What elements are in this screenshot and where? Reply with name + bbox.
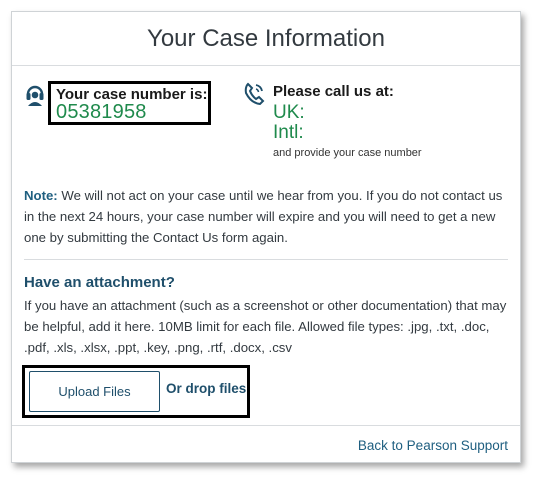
note-paragraph: Note: We will not act on your case until… <box>24 185 510 248</box>
note-prefix: Note: <box>24 188 58 203</box>
drop-files-label: Or drop files <box>166 381 247 396</box>
phone-call-icon <box>244 82 265 106</box>
call-uk-label: UK: <box>273 102 305 123</box>
call-us-label: Please call us at: <box>273 83 394 100</box>
case-number-box: Your case number is: 05381958 <box>48 81 211 125</box>
attachment-heading: Have an attachment? <box>24 274 175 291</box>
upload-files-button[interactable]: Upload Files <box>29 371 160 412</box>
call-intl-label: Intl: <box>273 122 304 143</box>
case-information-card: Your Case Information Your case number i… <box>11 11 521 463</box>
note-text: We will not act on your case until we he… <box>24 188 503 245</box>
call-instructions: and provide your case number <box>273 147 422 159</box>
section-divider <box>24 259 508 260</box>
headset-icon <box>26 85 44 106</box>
card-title: Your Case Information <box>12 12 520 66</box>
footer-divider <box>12 425 520 426</box>
attachment-description: If you have an attachment (such as a scr… <box>24 298 507 355</box>
back-to-support-link[interactable]: Back to Pearson Support <box>358 438 508 453</box>
upload-drop-zone[interactable]: Upload Files Or drop files <box>22 365 250 418</box>
case-number-value: 05381958 <box>56 101 147 123</box>
